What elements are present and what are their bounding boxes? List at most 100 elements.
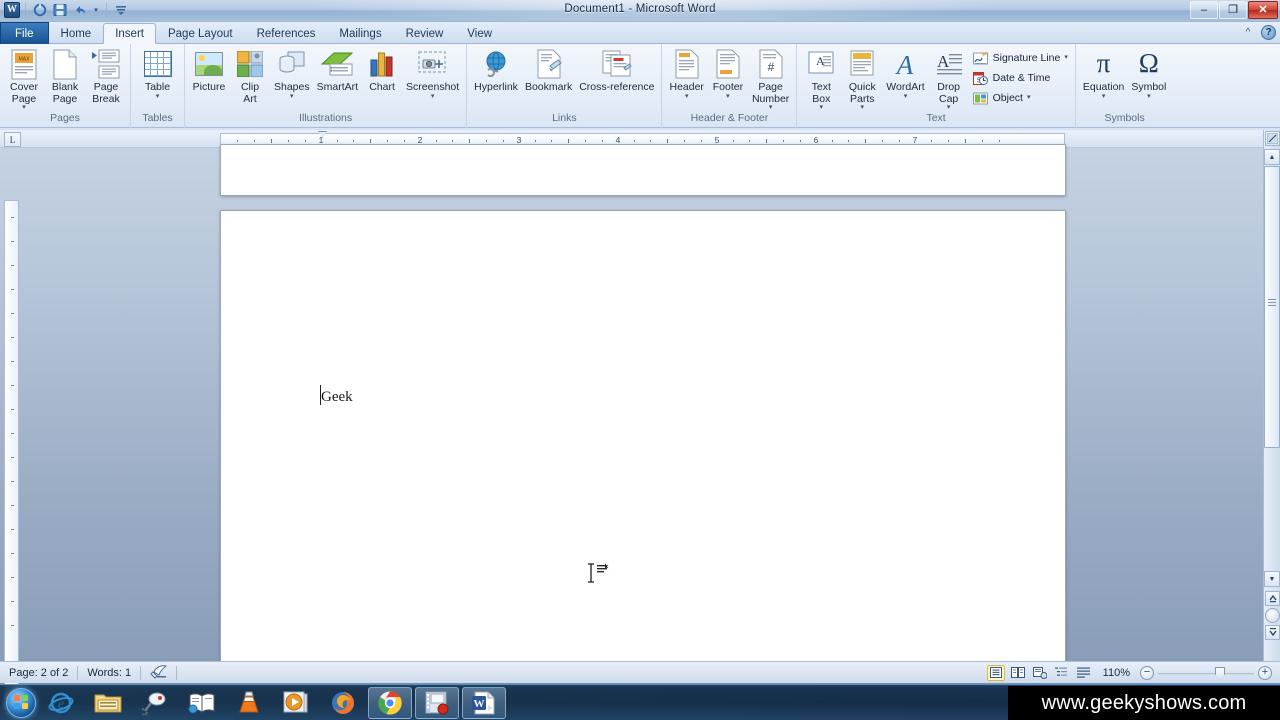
drop-cap-caret[interactable]: ▾ bbox=[947, 104, 951, 111]
taskbar-vlc-player[interactable] bbox=[227, 687, 271, 719]
cross-reference-button[interactable]: Cross-reference bbox=[576, 46, 657, 96]
minimize-ribbon-icon[interactable]: ^ bbox=[1241, 26, 1255, 40]
shapes-button[interactable]: Shapes ▾ bbox=[271, 46, 313, 102]
picture-button[interactable]: Picture bbox=[189, 46, 229, 96]
vertical-scrollbar[interactable]: ▲ ▼ bbox=[1263, 130, 1280, 661]
text-box-button[interactable]: A Text Box ▾ bbox=[801, 46, 841, 113]
symbol-button[interactable]: Ω Symbol ▾ bbox=[1128, 46, 1169, 102]
footer-caret[interactable]: ▾ bbox=[726, 93, 730, 100]
maximize-restore-button[interactable]: ❐ bbox=[1219, 1, 1247, 19]
proofing-errors-icon[interactable] bbox=[141, 664, 176, 682]
header-button[interactable]: Header ▾ bbox=[666, 46, 706, 102]
page-number-button[interactable]: # Page Number ▾ bbox=[749, 46, 792, 113]
zoom-slider-thumb[interactable] bbox=[1215, 666, 1225, 680]
taskbar-microsoft-word[interactable]: W bbox=[462, 686, 506, 719]
wordart-caret[interactable]: ▾ bbox=[904, 93, 908, 100]
taskbar-google-chrome[interactable] bbox=[368, 686, 412, 719]
select-browse-object-button[interactable] bbox=[1265, 608, 1280, 623]
equation-button[interactable]: π Equation ▾ bbox=[1080, 46, 1127, 102]
ribbon: MAX Cover Page ▾ Blank Page Page Break P… bbox=[0, 44, 1280, 128]
zoom-slider[interactable] bbox=[1158, 666, 1254, 680]
tab-view[interactable]: View bbox=[455, 23, 504, 44]
footer-label: Footer bbox=[712, 81, 744, 93]
screenshot-button[interactable]: Screenshot ▾ bbox=[403, 46, 462, 102]
web-layout-view-button[interactable] bbox=[1031, 665, 1049, 681]
table-caret[interactable]: ▾ bbox=[156, 93, 160, 100]
symbol-caret[interactable]: ▾ bbox=[1147, 93, 1151, 100]
document-area: L 1 2 3 4 5 6 7 Geek ▲ ▼ bbox=[0, 130, 1280, 700]
draft-view-button[interactable] bbox=[1075, 665, 1093, 681]
tab-mailings[interactable]: Mailings bbox=[327, 23, 393, 44]
tab-stop-selector[interactable]: L bbox=[4, 132, 21, 147]
help-icon[interactable]: ? bbox=[1261, 25, 1276, 40]
print-layout-view-button[interactable] bbox=[986, 664, 1005, 681]
drop-cap-button[interactable]: A Drop Cap ▾ bbox=[929, 46, 969, 113]
signature-line-button[interactable]: Signature Line ▾ bbox=[970, 48, 1071, 68]
tab-page-layout[interactable]: Page Layout bbox=[156, 23, 245, 44]
taskbar-media-player[interactable] bbox=[274, 687, 318, 719]
taskbar-video-recorder[interactable] bbox=[415, 686, 459, 719]
shapes-caret[interactable]: ▾ bbox=[290, 93, 294, 100]
window-title: Document1 - Microsoft Word bbox=[564, 3, 716, 15]
date-and-time-label: Date & Time bbox=[992, 72, 1051, 84]
document-page-2[interactable]: Geek bbox=[220, 210, 1066, 665]
date-and-time-button[interactable]: 5 Date & Time bbox=[970, 68, 1071, 88]
quick-parts-button[interactable]: Quick Parts ▾ bbox=[842, 46, 882, 113]
page-break-button[interactable]: Page Break bbox=[86, 46, 126, 107]
blank-page-button[interactable]: Blank Page bbox=[45, 46, 85, 107]
signature-line-caret[interactable]: ▾ bbox=[1064, 54, 1068, 61]
cover-page-button[interactable]: MAX Cover Page ▾ bbox=[4, 46, 44, 113]
scrollbar-thumb[interactable] bbox=[1264, 166, 1280, 448]
page-number-caret[interactable]: ▾ bbox=[769, 104, 773, 111]
table-button[interactable]: Table ▾ bbox=[138, 46, 178, 102]
hyperlink-icon bbox=[482, 48, 510, 80]
zoom-in-button[interactable]: + bbox=[1258, 665, 1272, 680]
document-body-text[interactable]: Geek bbox=[321, 389, 353, 406]
quick-parts-caret[interactable]: ▾ bbox=[861, 104, 865, 111]
select-browse-object-top-icon[interactable] bbox=[1265, 131, 1280, 146]
smartart-button[interactable]: SmartArt bbox=[314, 46, 361, 96]
ribbon-group-links: Hyperlink Bookmark Cross-reference Links bbox=[466, 44, 661, 128]
tab-references[interactable]: References bbox=[245, 23, 328, 44]
hyperlink-button[interactable]: Hyperlink bbox=[471, 46, 521, 96]
equation-caret[interactable]: ▾ bbox=[1102, 93, 1106, 100]
scroll-up-button[interactable]: ▲ bbox=[1264, 149, 1280, 165]
footer-button[interactable]: Footer ▾ bbox=[708, 46, 748, 102]
text-box-caret[interactable]: ▾ bbox=[820, 104, 824, 111]
tab-review[interactable]: Review bbox=[394, 23, 456, 44]
svg-text:A: A bbox=[895, 50, 914, 78]
previous-page-button[interactable] bbox=[1265, 591, 1280, 606]
taskbar-paint-tool[interactable] bbox=[133, 687, 177, 719]
tab-file[interactable]: File bbox=[0, 22, 49, 44]
chart-label: Chart bbox=[369, 81, 395, 93]
taskbar-internet-explorer[interactable]: e bbox=[39, 687, 83, 719]
wordart-button[interactable]: A WordArt ▾ bbox=[883, 46, 927, 102]
minimize-button[interactable]: – bbox=[1190, 1, 1218, 19]
chart-button[interactable]: Chart bbox=[362, 46, 402, 96]
full-screen-reading-view-button[interactable] bbox=[1009, 665, 1027, 681]
close-button[interactable]: ✕ bbox=[1248, 1, 1278, 19]
start-button[interactable] bbox=[6, 687, 36, 718]
tab-insert[interactable]: Insert bbox=[103, 23, 156, 44]
taskbar-dictionary[interactable] bbox=[180, 687, 224, 719]
taskbar-firefox[interactable] bbox=[321, 687, 365, 719]
cross-reference-label: Cross-reference bbox=[579, 81, 655, 93]
object-caret[interactable]: ▾ bbox=[1027, 94, 1031, 101]
document-page-1[interactable] bbox=[220, 144, 1066, 196]
word-count[interactable]: Words: 1 bbox=[78, 664, 140, 682]
tab-home[interactable]: Home bbox=[49, 23, 104, 44]
next-page-button[interactable] bbox=[1265, 625, 1280, 640]
page-indicator[interactable]: Page: 2 of 2 bbox=[0, 664, 77, 682]
cover-page-caret[interactable]: ▾ bbox=[22, 104, 26, 111]
outline-view-button[interactable] bbox=[1053, 665, 1071, 681]
bookmark-button[interactable]: Bookmark bbox=[522, 46, 575, 96]
object-button[interactable]: Object ▾ bbox=[970, 88, 1071, 108]
clip-art-button[interactable]: Clip Art bbox=[230, 46, 270, 107]
zoom-out-button[interactable]: − bbox=[1140, 665, 1154, 680]
vertical-ruler[interactable] bbox=[4, 200, 19, 700]
header-caret[interactable]: ▾ bbox=[685, 93, 689, 100]
taskbar-windows-explorer[interactable] bbox=[86, 687, 130, 719]
screenshot-caret[interactable]: ▾ bbox=[431, 93, 435, 100]
scroll-down-button[interactable]: ▼ bbox=[1264, 571, 1280, 587]
zoom-level-label[interactable]: 110% bbox=[1097, 664, 1136, 682]
